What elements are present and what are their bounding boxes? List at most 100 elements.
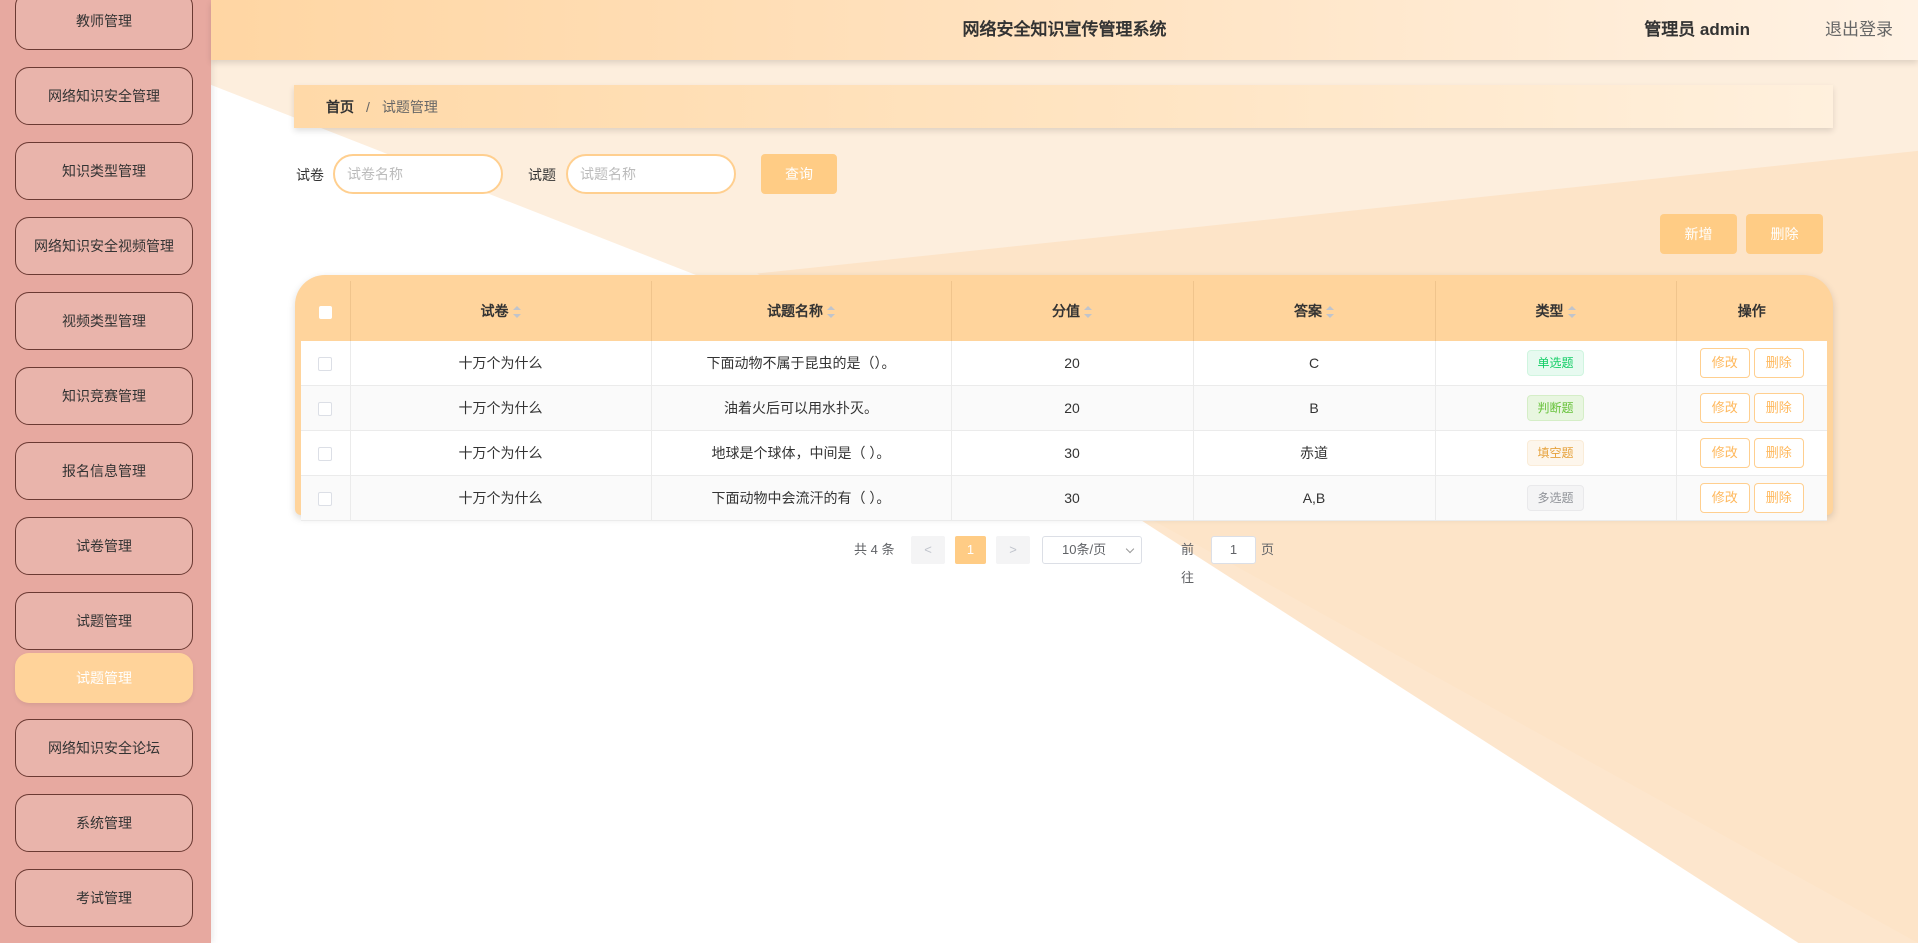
cell-type: 判断题 bbox=[1435, 385, 1677, 431]
sidebar-item-label: 报名信息管理 bbox=[62, 463, 146, 479]
sort-icon[interactable] bbox=[1326, 306, 1334, 319]
sidebar-item[interactable]: 网络知识安全管理 bbox=[15, 67, 193, 125]
sidebar-item[interactable]: 考试管理 bbox=[15, 869, 193, 927]
cell-question: 地球是个球体，中间是（ ）。 bbox=[651, 430, 952, 476]
column-header-label: 试题名称 bbox=[767, 303, 823, 319]
type-tag: 多选题 bbox=[1527, 485, 1584, 511]
sidebar-item[interactable]: 网络知识安全论坛 bbox=[15, 719, 193, 777]
sidebar-item[interactable]: 网络知识安全视频管理 bbox=[15, 217, 193, 275]
sidebar-item-label: 知识竞赛管理 bbox=[62, 388, 146, 404]
sort-icon[interactable] bbox=[827, 306, 835, 319]
row-delete-button[interactable]: 删除 bbox=[1753, 348, 1804, 378]
sidebar-item[interactable]: 报名信息管理 bbox=[15, 442, 193, 500]
sort-icon[interactable] bbox=[1084, 306, 1092, 319]
add-button[interactable]: 新增 bbox=[1660, 214, 1737, 254]
pagination-prev-button[interactable]: < bbox=[911, 536, 945, 564]
sidebar-item-label: 试题管理 bbox=[76, 670, 132, 686]
cell-answer: B bbox=[1193, 385, 1436, 431]
row-delete-button[interactable]: 删除 bbox=[1753, 438, 1804, 468]
type-tag: 判断题 bbox=[1527, 395, 1584, 421]
sidebar-item[interactable]: 知识类型管理 bbox=[15, 142, 193, 200]
column-header-score[interactable]: 分值 bbox=[951, 281, 1194, 341]
paper-label: 试卷 bbox=[296, 167, 324, 183]
cell-question: 下面动物不属于昆虫的是（）。 bbox=[651, 341, 952, 386]
sort-icon[interactable] bbox=[512, 306, 521, 319]
cell-answer: A,B bbox=[1193, 475, 1436, 521]
sidebar-item[interactable]: 试卷管理 bbox=[15, 517, 193, 575]
cell-score: 20 bbox=[951, 341, 1194, 386]
breadcrumb-current: 试题管理 bbox=[381, 98, 438, 115]
cell-paper: 十万个为什么 bbox=[350, 475, 652, 521]
goto-unit: 页 bbox=[1261, 542, 1275, 557]
breadcrumb-home[interactable]: 首页 bbox=[326, 97, 354, 117]
column-header-label: 分值 bbox=[1052, 303, 1080, 319]
goto-label: 前往 bbox=[1181, 542, 1195, 585]
sort-icon[interactable] bbox=[1567, 306, 1576, 319]
row-delete-button[interactable]: 删除 bbox=[1753, 393, 1804, 423]
sidebar-item-label: 教师管理 bbox=[76, 13, 132, 29]
row-select-cell bbox=[301, 341, 351, 386]
sidebar: 教师管理网络知识安全管理 知识类型管理 网络知识安全视频管理视频类型管理 知识竞赛管理… bbox=[0, 0, 211, 943]
column-header-label: 类型 bbox=[1535, 303, 1564, 319]
sidebar-item[interactable]: 试题管理 bbox=[15, 592, 193, 650]
column-header-paper[interactable]: 试卷 bbox=[350, 281, 652, 341]
cell-question: 油着火后可以用水扑灭。 bbox=[651, 385, 952, 431]
table-row: 十万个为什么 油着火后可以用水扑灭。 20 B 判断题 修改 删除 bbox=[301, 385, 1827, 431]
type-tag: 单选题 bbox=[1527, 350, 1584, 376]
edit-button[interactable]: 修改 bbox=[1699, 483, 1750, 513]
question-table: 试卷 试题名称 分值 答案 类型 操作 十万个为什么 下面动物不属于昆虫的是（）。… bbox=[301, 281, 1827, 521]
question-search-input[interactable] bbox=[566, 154, 736, 194]
sidebar-item-label: 考试管理 bbox=[76, 890, 132, 906]
row-select-cell bbox=[301, 385, 351, 431]
sidebar-item[interactable]: 视频类型管理 bbox=[15, 292, 193, 350]
row-checkbox[interactable] bbox=[318, 447, 333, 462]
cell-score: 30 bbox=[951, 475, 1194, 521]
row-checkbox[interactable] bbox=[318, 492, 333, 507]
row-select-cell bbox=[301, 475, 351, 521]
question-table-container: 试卷 试题名称 分值 答案 类型 操作 十万个为什么 下面动物不属于昆虫的是（）。… bbox=[295, 275, 1833, 521]
sidebar-item[interactable]: 教师管理 bbox=[15, 0, 193, 50]
row-select-cell bbox=[301, 430, 351, 476]
cell-paper: 十万个为什么 bbox=[350, 341, 652, 386]
sidebar-item[interactable]: 试题管理 bbox=[15, 653, 193, 703]
sidebar-item-label: 视频类型管理 bbox=[62, 313, 146, 329]
pagination-next-button[interactable]: > bbox=[996, 536, 1030, 564]
cell-actions: 修改 删除 bbox=[1676, 341, 1827, 386]
logout-link[interactable]: 退出登录 bbox=[1825, 0, 1893, 60]
column-header-question[interactable]: 试题名称 bbox=[651, 281, 952, 341]
top-header: 网络安全知识宣传管理系统 管理员 admin 退出登录 bbox=[211, 0, 1918, 60]
goto-page-input[interactable]: 1 bbox=[1211, 536, 1256, 564]
sidebar-item-label: 网络知识安全论坛 bbox=[48, 740, 160, 756]
column-header-type[interactable]: 类型 bbox=[1435, 281, 1677, 341]
cell-score: 20 bbox=[951, 385, 1194, 431]
paper-search-input[interactable] bbox=[333, 154, 503, 194]
chevron-down-icon bbox=[1125, 544, 1135, 554]
breadcrumb: 首页 / 试题管理 bbox=[294, 85, 1833, 128]
row-delete-button[interactable]: 删除 bbox=[1753, 483, 1804, 513]
select-all-checkbox[interactable] bbox=[318, 305, 332, 319]
sidebar-item[interactable]: 系统管理 bbox=[15, 794, 193, 852]
table-row: 十万个为什么 地球是个球体，中间是（ ）。 30 赤道 填空题 修改 删除 bbox=[301, 430, 1827, 476]
question-label: 试题 bbox=[528, 167, 556, 183]
column-header-answer[interactable]: 答案 bbox=[1193, 281, 1436, 341]
breadcrumb-separator: / bbox=[366, 98, 370, 115]
sidebar-item-label: 试卷管理 bbox=[76, 538, 132, 554]
edit-button[interactable]: 修改 bbox=[1699, 438, 1750, 468]
edit-button[interactable]: 修改 bbox=[1699, 348, 1750, 378]
current-user: 管理员 admin bbox=[1644, 20, 1750, 39]
cell-type: 多选题 bbox=[1435, 475, 1677, 521]
query-button[interactable]: 查询 bbox=[761, 154, 837, 194]
row-checkbox[interactable] bbox=[318, 357, 333, 372]
row-checkbox[interactable] bbox=[318, 402, 333, 417]
edit-button[interactable]: 修改 bbox=[1699, 393, 1750, 423]
pagination-current-page[interactable]: 1 bbox=[955, 536, 986, 564]
sidebar-item-label: 系统管理 bbox=[76, 815, 132, 831]
page-size-select[interactable]: 10条/页 bbox=[1042, 536, 1142, 564]
sidebar-item[interactable]: 知识竞赛管理 bbox=[15, 367, 193, 425]
table-row: 十万个为什么 下面动物不属于昆虫的是（）。 20 C 单选题 修改 删除 bbox=[301, 341, 1827, 386]
column-header-label: 试卷 bbox=[480, 303, 509, 319]
batch-delete-button[interactable]: 删除 bbox=[1746, 214, 1823, 254]
cell-type: 填空题 bbox=[1435, 430, 1677, 476]
table-header-row: 试卷 试题名称 分值 答案 类型 操作 bbox=[301, 281, 1827, 341]
cell-paper: 十万个为什么 bbox=[350, 430, 652, 476]
